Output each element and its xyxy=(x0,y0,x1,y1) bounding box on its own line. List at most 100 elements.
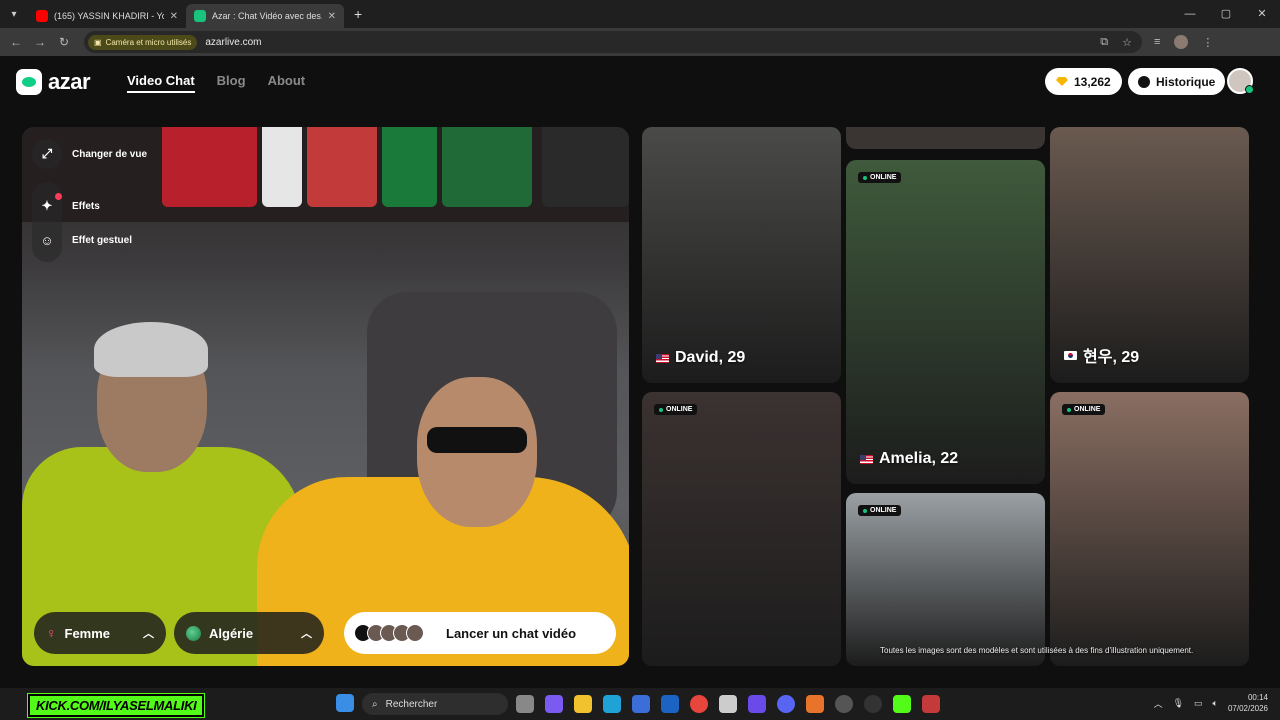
female-icon: ♀ xyxy=(46,625,57,641)
back-icon[interactable]: ← xyxy=(4,35,28,49)
kick-icon[interactable] xyxy=(893,695,911,713)
browser-profile-avatar[interactable] xyxy=(1174,35,1189,49)
gender-value: Femme xyxy=(64,625,111,641)
close-window-button[interactable]: ✕ xyxy=(1244,0,1280,28)
kr-flag-icon xyxy=(1064,350,1077,360)
nav-video-chat[interactable]: Video Chat xyxy=(127,73,195,93)
change-view-button[interactable]: ⤢ Changer de vue xyxy=(32,137,147,171)
nav-blog[interactable]: Blog xyxy=(217,73,246,93)
profile-card-partial[interactable] xyxy=(846,127,1045,149)
window-controls: — ▢ ✕ xyxy=(1172,0,1280,28)
stream-overlay: KICK.COM/ILYASELMALIKI xyxy=(26,693,206,718)
app-icon[interactable] xyxy=(806,695,824,713)
app-icon[interactable] xyxy=(922,695,940,713)
globe-icon xyxy=(186,625,201,641)
profile-grid: David, 29 ONLINE Amelia, 22 현우, 29 ONLIN… xyxy=(642,127,1249,666)
file-explorer-icon[interactable] xyxy=(574,695,592,713)
azar-icon xyxy=(194,10,206,22)
chevron-up-icon[interactable]: ︿ xyxy=(1154,697,1163,710)
close-tab-icon[interactable]: ✕ xyxy=(170,11,178,22)
browser-tab-strip: ▾ (165) YASSIN KHADIRI - YouTube ✕ Azar … xyxy=(0,0,1280,28)
tab-youtube[interactable]: (165) YASSIN KHADIRI - YouTube ✕ xyxy=(28,4,186,28)
history-label: Historique xyxy=(1156,74,1216,89)
logo-text: azar xyxy=(48,69,91,94)
gesture-effect-button[interactable]: ☺ Effet gestuel xyxy=(32,223,147,257)
country-value: Algérie xyxy=(209,625,254,641)
match-controls: ♀ Femme ︿ Algérie ︿ Lancer un chat vidéo xyxy=(34,612,616,654)
tab-search-icon[interactable]: ▾ xyxy=(0,0,28,28)
site-nav: Video Chat Blog About xyxy=(127,73,305,93)
system-clock[interactable]: 00:14 07/02/2026 xyxy=(1228,692,1268,714)
camera-icon: ▣ xyxy=(94,37,102,47)
profile-card[interactable]: 현우, 29 xyxy=(1050,127,1249,383)
youtube-icon xyxy=(36,10,48,22)
copilot-icon[interactable] xyxy=(545,695,563,713)
online-badge: ONLINE xyxy=(654,404,698,415)
new-tab-button[interactable]: + xyxy=(344,6,372,22)
pinned-apps xyxy=(516,695,940,713)
windows-start-icon[interactable] xyxy=(336,694,354,712)
capture-icon[interactable] xyxy=(719,695,737,713)
nav-about[interactable]: About xyxy=(268,73,306,93)
country-select[interactable]: Algérie ︿ xyxy=(174,612,324,654)
user-avatar[interactable] xyxy=(1227,68,1254,94)
volume-icon[interactable]: 🔈︎ xyxy=(1213,698,1218,709)
url-text[interactable]: azarlive.com xyxy=(205,37,261,48)
tab-title: (165) YASSIN KHADIRI - YouTube xyxy=(54,11,164,21)
install-app-icon[interactable]: ⧉ xyxy=(1100,36,1108,49)
profile-name: David, 29 xyxy=(675,349,746,366)
history-button[interactable]: Historique xyxy=(1128,68,1226,95)
outlook-icon[interactable] xyxy=(661,695,679,713)
start-video-chat-button[interactable]: Lancer un chat vidéo xyxy=(344,612,616,654)
change-view-label: Changer de vue xyxy=(72,148,148,160)
discord-icon[interactable] xyxy=(777,695,795,713)
effects-button[interactable]: ✦ Effets xyxy=(32,189,147,223)
tab-azar[interactable]: Azar : Chat Vidéo avec des... ✕ xyxy=(186,4,344,28)
camera-permission-badge[interactable]: ▣ Caméra et micro utilisés xyxy=(88,34,198,50)
expand-view-icon: ⤢ xyxy=(32,139,62,169)
azar-logo[interactable]: azar xyxy=(16,69,91,95)
effects-label: Effets xyxy=(72,200,100,212)
profile-card[interactable]: ONLINE xyxy=(642,392,841,666)
task-view-icon[interactable] xyxy=(516,695,534,713)
disclaimer-text: Toutes les images sont des modèles et so… xyxy=(880,646,1194,655)
gems-count: 13,262 xyxy=(1074,74,1111,89)
network-icon[interactable]: ▭ xyxy=(1194,698,1203,709)
minimize-button[interactable]: — xyxy=(1172,0,1208,28)
chrome-icon[interactable] xyxy=(690,695,708,713)
address-bar[interactable]: ▣ Caméra et micro utilisés azarlive.com … xyxy=(84,31,1142,53)
gems-button[interactable]: 13,262 xyxy=(1045,68,1122,95)
us-flag-icon xyxy=(656,353,669,363)
reload-icon[interactable]: ↻ xyxy=(52,35,76,49)
microphone-icon[interactable]: 🎙︎ xyxy=(1173,698,1184,709)
taskbar-search[interactable]: ⌕ Rechercher xyxy=(362,693,508,715)
online-badge: ONLINE xyxy=(1062,404,1106,415)
gamepad-icon[interactable] xyxy=(748,695,766,713)
online-badge: ONLINE xyxy=(858,505,902,516)
app-icon[interactable] xyxy=(835,695,853,713)
profile-card[interactable]: David, 29 xyxy=(642,127,841,383)
smiley-icon: ☺ xyxy=(40,232,54,248)
search-icon: ⌕ xyxy=(372,698,378,710)
profile-name: Amelia, 22 xyxy=(879,450,959,467)
chevron-up-icon: ︿ xyxy=(301,628,312,640)
profile-card[interactable]: ONLINE xyxy=(1050,392,1249,666)
gender-select[interactable]: ♀ Femme ︿ xyxy=(34,612,166,654)
forward-icon[interactable]: → xyxy=(28,35,52,49)
bookmark-star-icon[interactable]: ☆ xyxy=(1122,36,1132,49)
edge-icon[interactable] xyxy=(603,695,621,713)
app-icon[interactable] xyxy=(864,695,882,713)
maximize-button[interactable]: ▢ xyxy=(1208,0,1244,28)
start-chat-label: Lancer un chat vidéo xyxy=(446,625,577,641)
gesture-label: Effet gestuel xyxy=(72,234,133,246)
browser-menu-icon[interactable]: ⋮ xyxy=(1202,36,1213,49)
azar-page: azar Video Chat Blog About 13,262 Histor… xyxy=(0,56,1280,686)
gem-icon xyxy=(1056,77,1068,86)
azar-logo-icon xyxy=(16,69,42,95)
store-icon[interactable] xyxy=(632,695,650,713)
profile-card[interactable]: ONLINE Amelia, 22 xyxy=(846,160,1045,484)
media-control-icon[interactable]: ≡ xyxy=(1154,36,1160,48)
close-tab-icon[interactable]: ✕ xyxy=(328,11,336,22)
new-badge xyxy=(55,193,62,200)
profile-card[interactable]: ONLINE xyxy=(846,493,1045,666)
